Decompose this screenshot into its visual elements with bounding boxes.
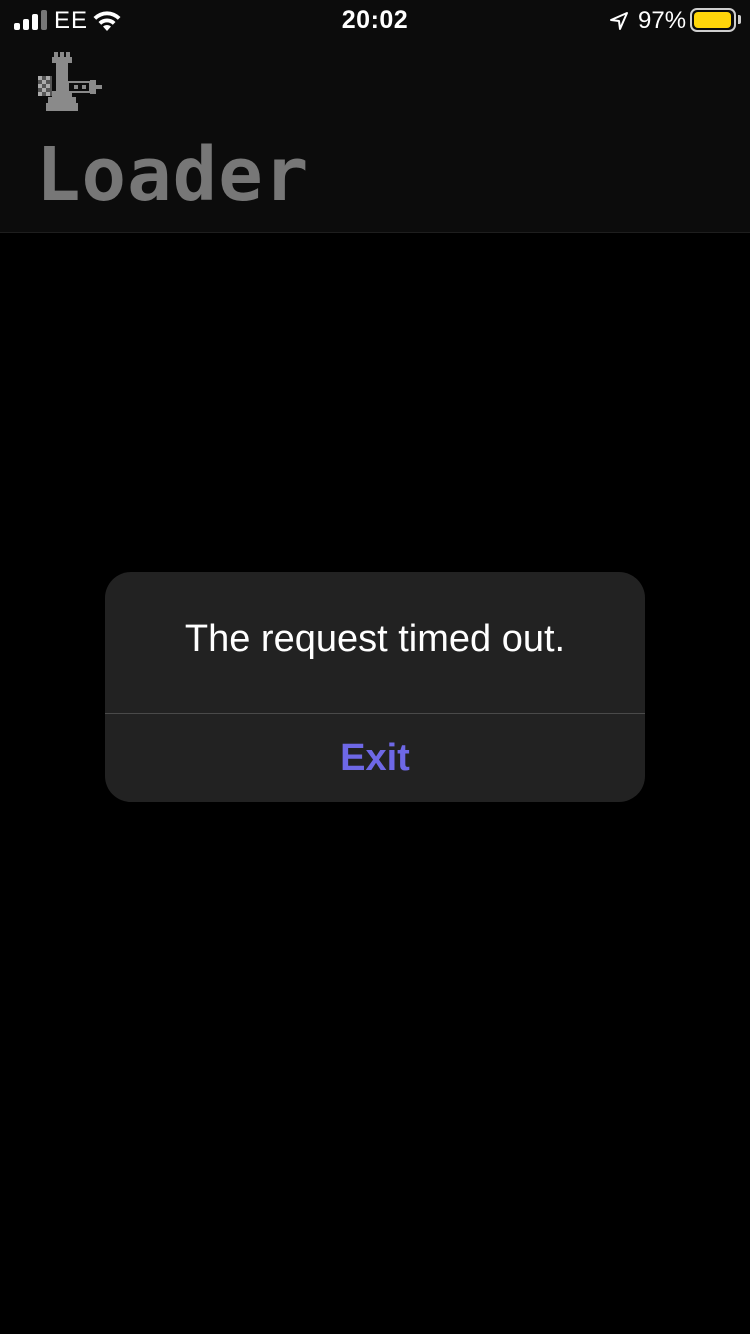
navigation-header: EE 20:02 97% Loader	[0, 0, 750, 233]
chess-rook-cannon-icon	[38, 52, 102, 111]
page-title: Loader	[36, 132, 310, 218]
alert-message: The request timed out.	[184, 618, 566, 660]
battery-icon	[690, 8, 736, 32]
battery-cap	[738, 15, 741, 24]
location-arrow-icon	[610, 12, 628, 30]
battery-level-fill	[694, 12, 731, 28]
battery-percent: 97%	[638, 7, 687, 34]
app-screen: EE 20:02 97% Loader The request timed ou…	[0, 0, 750, 1334]
exit-button[interactable]: Exit	[105, 714, 645, 802]
status-bar: EE 20:02 97%	[0, 0, 750, 40]
alert-dialog: The request timed out. Exit	[105, 572, 645, 802]
